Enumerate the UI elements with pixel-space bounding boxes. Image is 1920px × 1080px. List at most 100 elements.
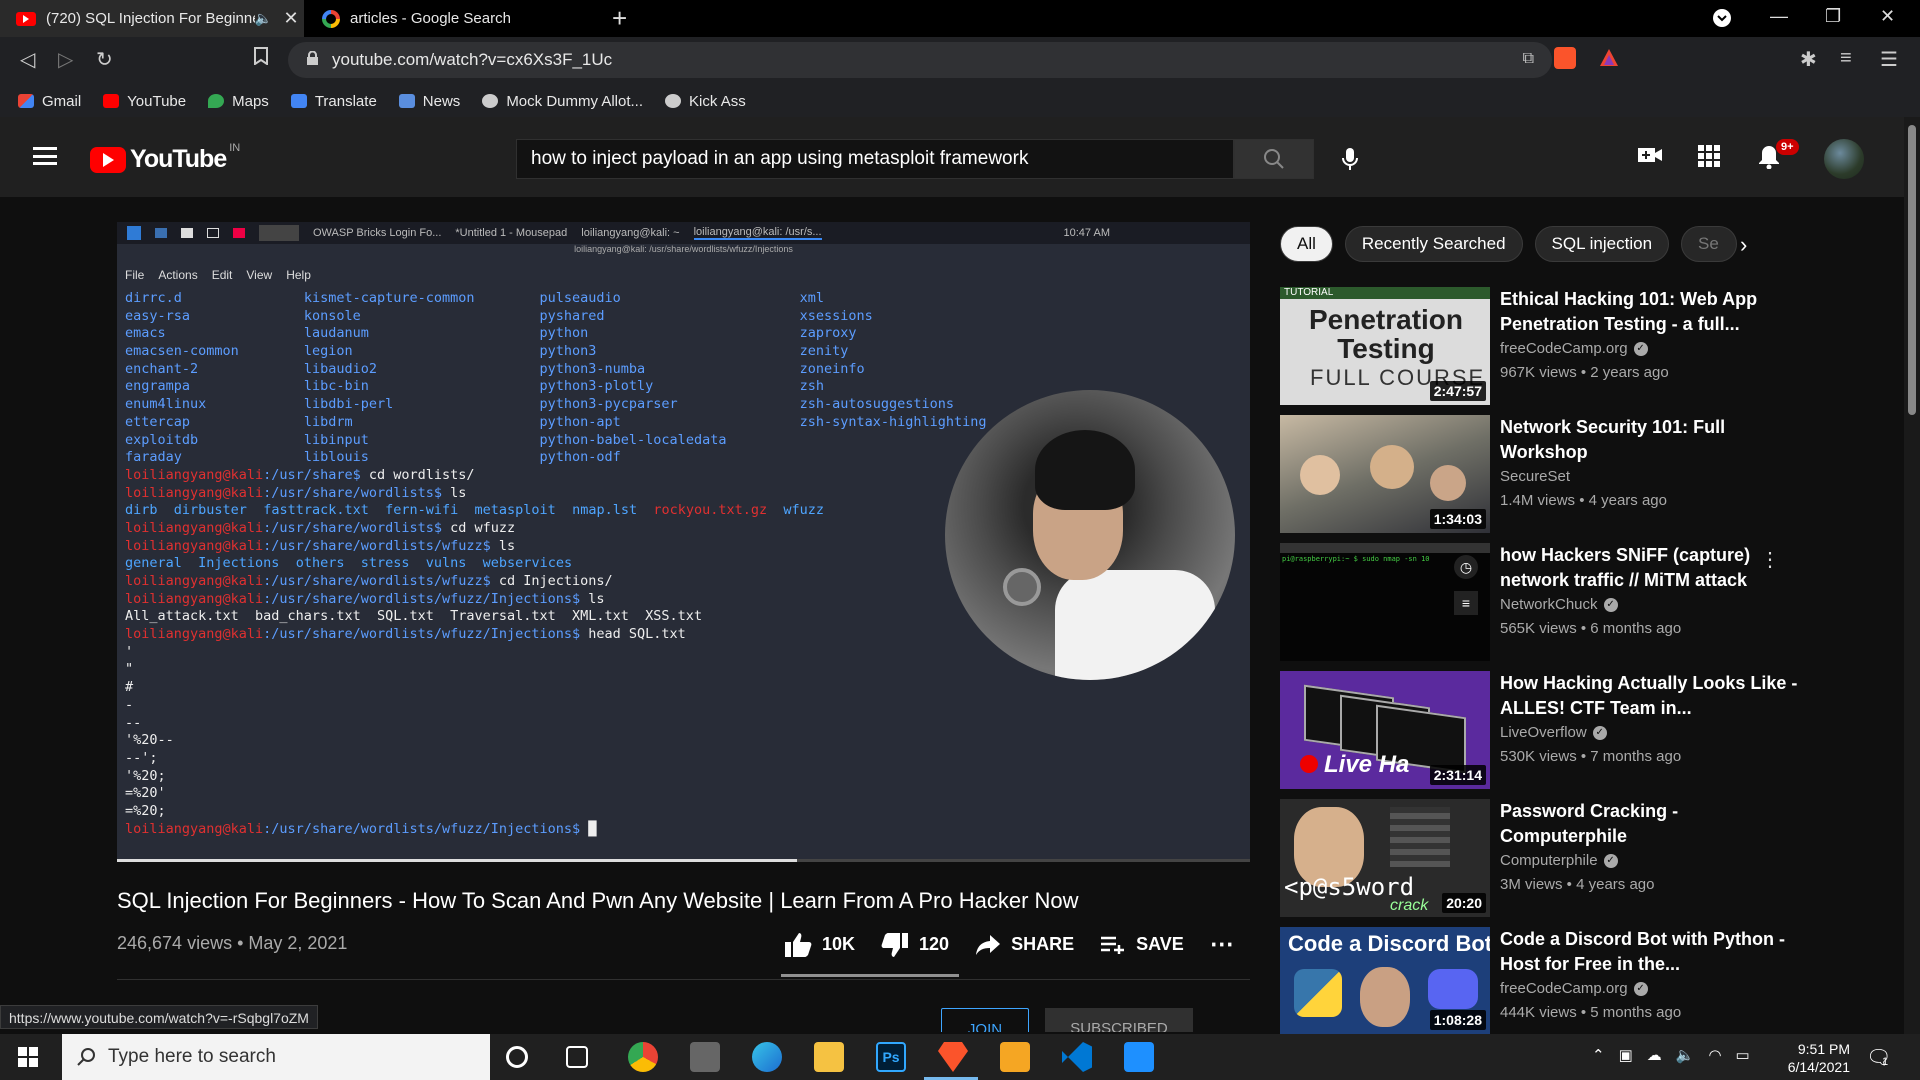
maximize-icon[interactable]: ❐ — [1825, 6, 1841, 27]
battery-icon[interactable]: ▭ — [1736, 1046, 1750, 1064]
apps-grid-icon[interactable] — [1698, 145, 1720, 172]
guide-menu-icon[interactable] — [33, 147, 57, 165]
photoshop-icon[interactable]: Ps — [876, 1042, 906, 1072]
share-button[interactable]: SHARE — [975, 934, 1074, 956]
brave-rewards-icon[interactable] — [1598, 47, 1620, 69]
close-window-icon[interactable]: ✕ — [1880, 6, 1895, 27]
browser-menu-icon[interactable]: ☰ — [1880, 47, 1898, 72]
file-explorer-icon[interactable] — [814, 1042, 844, 1072]
open-in-app-icon[interactable]: ⧉ — [1523, 50, 1534, 68]
video-title[interactable]: Ethical Hacking 101: Web App Penetration… — [1500, 287, 1800, 337]
like-button[interactable]: 10K — [784, 932, 855, 958]
account-avatar[interactable] — [1824, 139, 1864, 179]
channel-name[interactable]: SecureSet — [1500, 468, 1570, 485]
video-player[interactable]: OWASP Bricks Login Fo... *Untitled 1 - M… — [117, 222, 1250, 862]
video-title[interactable]: How Hacking Actually Looks Like - ALLES!… — [1500, 671, 1800, 721]
speaker-icon[interactable]: 🔈 — [255, 10, 272, 27]
mail-icon[interactable] — [1124, 1042, 1154, 1072]
video-thumbnail[interactable]: TUTORIAL Penetration Testing FULL COURSE… — [1280, 287, 1490, 405]
video-title[interactable]: Network Security 101: Full Workshop — [1500, 415, 1800, 465]
voice-search-button[interactable] — [1330, 139, 1370, 179]
forward-icon[interactable]: ▷ — [58, 47, 73, 72]
more-actions-icon[interactable]: ⋯ — [1210, 930, 1234, 959]
more-options-icon[interactable]: ⋮ — [1760, 547, 1780, 572]
video-thumbnail[interactable]: Live Ha 2:31:14 — [1280, 671, 1490, 789]
device-icon[interactable]: ▣ — [1619, 1046, 1633, 1064]
reading-list-icon[interactable]: ≡ — [1840, 47, 1852, 70]
brave-shields-icon[interactable] — [1554, 47, 1576, 69]
bookmark-gmail[interactable]: Gmail — [18, 93, 81, 110]
cloud-icon[interactable]: ☁ — [1647, 1046, 1662, 1064]
recommended-video[interactable]: <p@s5word crack 20:20 Password Cracking … — [1280, 799, 1880, 919]
new-tab-icon[interactable]: + — [612, 3, 627, 34]
channel-name[interactable]: freeCodeCamp.org ✓ — [1500, 980, 1648, 997]
watch-later-icon[interactable]: ◷ — [1454, 555, 1478, 579]
save-label: SAVE — [1136, 934, 1184, 954]
chrome-icon[interactable] — [628, 1042, 658, 1072]
save-button[interactable]: SAVE — [1100, 934, 1184, 955]
wifi-icon[interactable]: ◠ — [1708, 1046, 1721, 1064]
bookmark-youtube[interactable]: YouTube — [103, 93, 186, 110]
video-progress-bar[interactable] — [117, 859, 1250, 862]
task-view-icon[interactable] — [566, 1046, 588, 1068]
video-title[interactable]: how Hackers SNiFF (capture) network traf… — [1500, 543, 1800, 593]
windows-start-icon[interactable] — [18, 1047, 38, 1067]
video-title[interactable]: Password Cracking - Computerphile — [1500, 799, 1800, 849]
channel-name[interactable]: Computerphile ✓ — [1500, 852, 1618, 869]
address-bar[interactable]: youtube.com/watch?v=cx6Xs3F_1Uc ⧉ — [288, 42, 1552, 78]
recommended-video[interactable]: Live Ha 2:31:14 How Hacking Actually Loo… — [1280, 671, 1880, 791]
extensions-icon[interactable]: ✱ — [1800, 47, 1817, 72]
recommended-video[interactable]: pi@raspberrypi:~ $ sudo nmap -sn 10 ◷ ≡ … — [1280, 543, 1880, 663]
edge-icon[interactable] — [752, 1042, 782, 1072]
cortana-icon[interactable] — [506, 1046, 528, 1068]
bookmark-kick-ass[interactable]: Kick Ass — [665, 93, 746, 110]
chip-sql-injection[interactable]: SQL injection — [1534, 226, 1670, 262]
channel-name[interactable]: freeCodeCamp.org ✓ — [1500, 340, 1648, 357]
taskbar-clock[interactable]: 9:51 PM 6/14/2021 — [1770, 1040, 1850, 1076]
video-thumbnail[interactable]: <p@s5word crack 20:20 — [1280, 799, 1490, 917]
tab-youtube-video[interactable]: (720) SQL Injection For Beginners - How … — [0, 0, 304, 37]
close-tab-icon[interactable]: ✕ — [278, 8, 304, 29]
tab-search-icon[interactable] — [1712, 8, 1732, 33]
search-button[interactable] — [1234, 139, 1314, 179]
video-title[interactable]: Code a Discord Bot with Python - Host fo… — [1500, 927, 1800, 977]
page-scrollbar[interactable] — [1904, 117, 1920, 1034]
recommended-video[interactable]: Code a Discord Bot 1:08:28 Code a Discor… — [1280, 927, 1880, 1047]
reload-icon[interactable]: ↻ — [96, 47, 113, 72]
video-thumbnail[interactable]: Code a Discord Bot 1:08:28 — [1280, 927, 1490, 1034]
bookmark-translate[interactable]: Translate — [290, 93, 377, 110]
channel-name[interactable]: NetworkChuck ✓ — [1500, 596, 1618, 613]
add-to-queue-icon[interactable]: ≡ — [1454, 591, 1478, 615]
bookmark-icon[interactable] — [254, 47, 268, 71]
tab-google-search[interactable]: articles - Google Search — [306, 0, 602, 37]
back-icon[interactable]: ◁ — [20, 47, 35, 72]
taskbar-search-box[interactable]: Type here to search — [62, 1034, 490, 1080]
youtube-logo[interactable]: YouTube IN — [90, 142, 240, 174]
scrollbar-thumb[interactable] — [1908, 125, 1916, 415]
video-thumbnail[interactable]: 1:34:03 — [1280, 415, 1490, 533]
minimize-icon[interactable]: — — [1770, 6, 1788, 27]
bookmark-mock-dummy[interactable]: Mock Dummy Allot... — [482, 93, 643, 110]
recommended-video[interactable]: TUTORIAL Penetration Testing FULL COURSE… — [1280, 287, 1880, 407]
video-thumbnail[interactable]: pi@raspberrypi:~ $ sudo nmap -sn 10 ◷ ≡ — [1280, 543, 1490, 661]
chevron-right-icon[interactable]: › — [1740, 232, 1747, 258]
bookmark-maps[interactable]: Maps — [208, 93, 269, 110]
chip-all[interactable]: All — [1280, 226, 1333, 262]
dislike-button[interactable]: 120 — [881, 932, 949, 958]
bookmark-news[interactable]: News — [398, 93, 460, 110]
sublime-text-icon[interactable] — [1000, 1042, 1030, 1072]
channel-name[interactable]: LiveOverflow ✓ — [1500, 724, 1607, 741]
create-video-icon[interactable] — [1637, 145, 1663, 170]
recommended-video[interactable]: 1:34:03 Network Security 101: Full Works… — [1280, 415, 1880, 535]
join-button[interactable]: JOIN — [941, 1008, 1029, 1032]
chip-more[interactable]: Se — [1681, 226, 1738, 262]
vscode-icon[interactable] — [1062, 1042, 1092, 1072]
search-input[interactable]: how to inject payload in an app using me… — [516, 139, 1234, 179]
subscribed-button[interactable]: SUBSCRIBED — [1045, 1008, 1193, 1032]
chip-recently-searched[interactable]: Recently Searched — [1344, 226, 1523, 262]
brave-icon[interactable] — [938, 1042, 968, 1072]
prompt-command: ls — [498, 537, 516, 554]
chevron-up-icon[interactable]: ⌃ — [1592, 1046, 1605, 1064]
volume-icon[interactable]: 🔈 — [1676, 1046, 1695, 1064]
store-icon[interactable] — [690, 1042, 720, 1072]
